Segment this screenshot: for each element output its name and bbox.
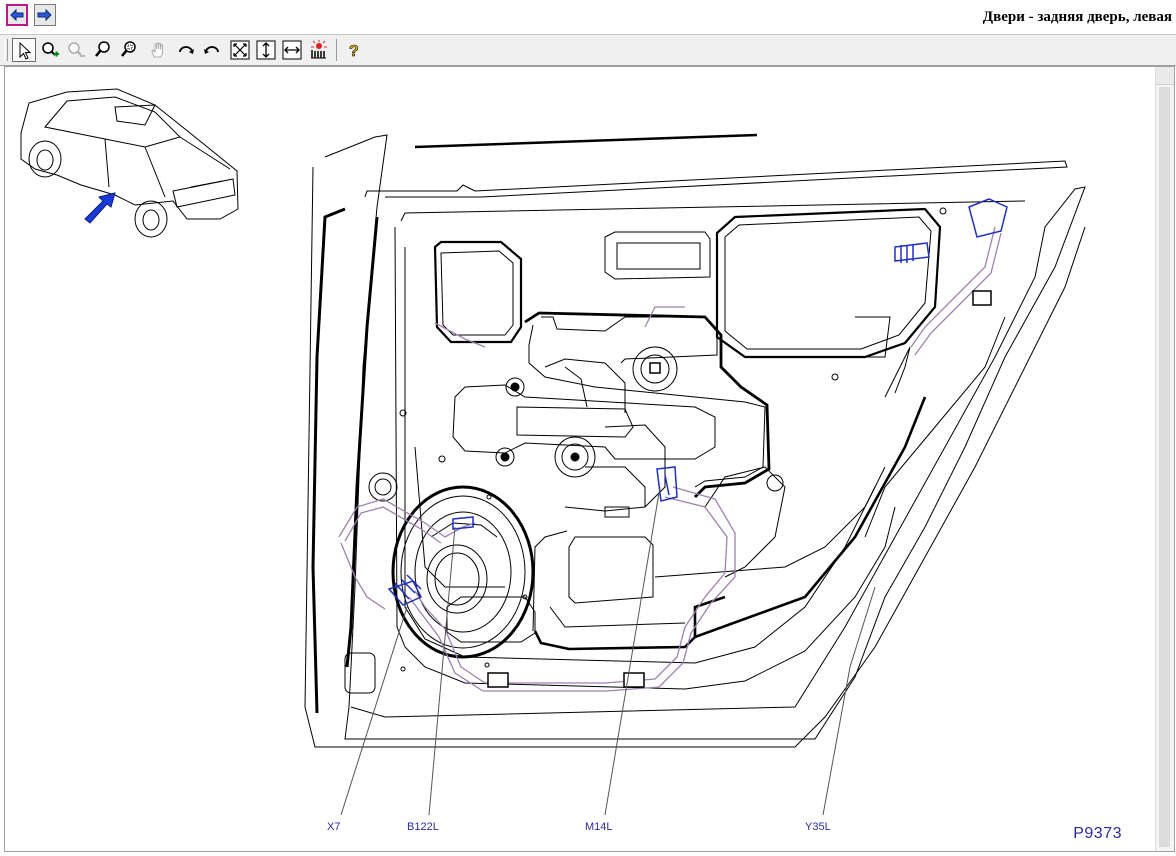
highlight-tool[interactable] [307, 38, 331, 62]
rotate-ccw-icon [204, 46, 219, 54]
zoom-tool[interactable] [92, 38, 116, 62]
toolbar-separator [336, 39, 337, 61]
toolbar-grip [4, 39, 8, 61]
scroll-up-arrow[interactable] [1156, 67, 1174, 85]
callout-b122l[interactable]: B122L [407, 821, 439, 833]
connectors [387, 198, 1008, 606]
arrow-left-icon [10, 8, 24, 22]
zoom-in-icon [42, 42, 59, 57]
pointer-icon [19, 41, 32, 60]
fit-all-tool[interactable] [228, 38, 252, 62]
arrow-right-icon [37, 8, 52, 22]
pan-tool[interactable] [146, 38, 170, 62]
locator-arrow-icon [84, 192, 116, 224]
help-icon: ? [349, 43, 359, 60]
highlight-icon [311, 40, 327, 59]
rotate-cw-tool[interactable] [174, 38, 198, 62]
door-diagram [20, 88, 1086, 816]
car-locator-icon [20, 88, 239, 238]
toolbar: ? [0, 35, 1176, 66]
leader-lines [340, 486, 876, 816]
rotate-cw-icon [179, 46, 194, 54]
magnifier-icon [95, 41, 110, 57]
speaker [391, 485, 535, 659]
callout-y35l[interactable]: Y35L [805, 821, 831, 833]
forward-button[interactable] [34, 4, 56, 26]
vertical-scrollbar[interactable] [1155, 67, 1174, 851]
diagram-id: P9373 [1073, 825, 1122, 842]
callout-x7[interactable]: X7 [327, 821, 340, 833]
callout-m14l[interactable]: M14L [585, 821, 613, 833]
title-bar: Двери - задняя дверь, левая [0, 0, 1176, 35]
zoom-out-tool[interactable] [64, 38, 88, 62]
fit-height-icon [256, 40, 276, 60]
rotate-ccw-tool[interactable] [200, 38, 224, 62]
zoom-out-icon [68, 42, 85, 57]
fit-all-icon [230, 40, 250, 60]
door-panel [304, 134, 1086, 748]
scroll-thumb[interactable] [1159, 87, 1170, 847]
zoom-window-tool[interactable] [118, 38, 142, 62]
svg-text:?: ? [349, 43, 359, 60]
window-title: Двери - задняя дверь, левая [982, 9, 1172, 25]
zoom-window-icon [121, 41, 136, 57]
help-tool[interactable]: ? [342, 38, 366, 62]
fit-width-icon [282, 40, 302, 60]
select-tool[interactable] [12, 38, 36, 62]
hand-icon [151, 42, 163, 58]
diagram-viewport[interactable]: X7 B122L M14L Y35L P9373 [4, 66, 1175, 852]
fit-height-tool[interactable] [254, 38, 278, 62]
back-button[interactable] [6, 4, 28, 26]
zoom-in-tool[interactable] [38, 38, 62, 62]
fit-width-tool[interactable] [280, 38, 304, 62]
